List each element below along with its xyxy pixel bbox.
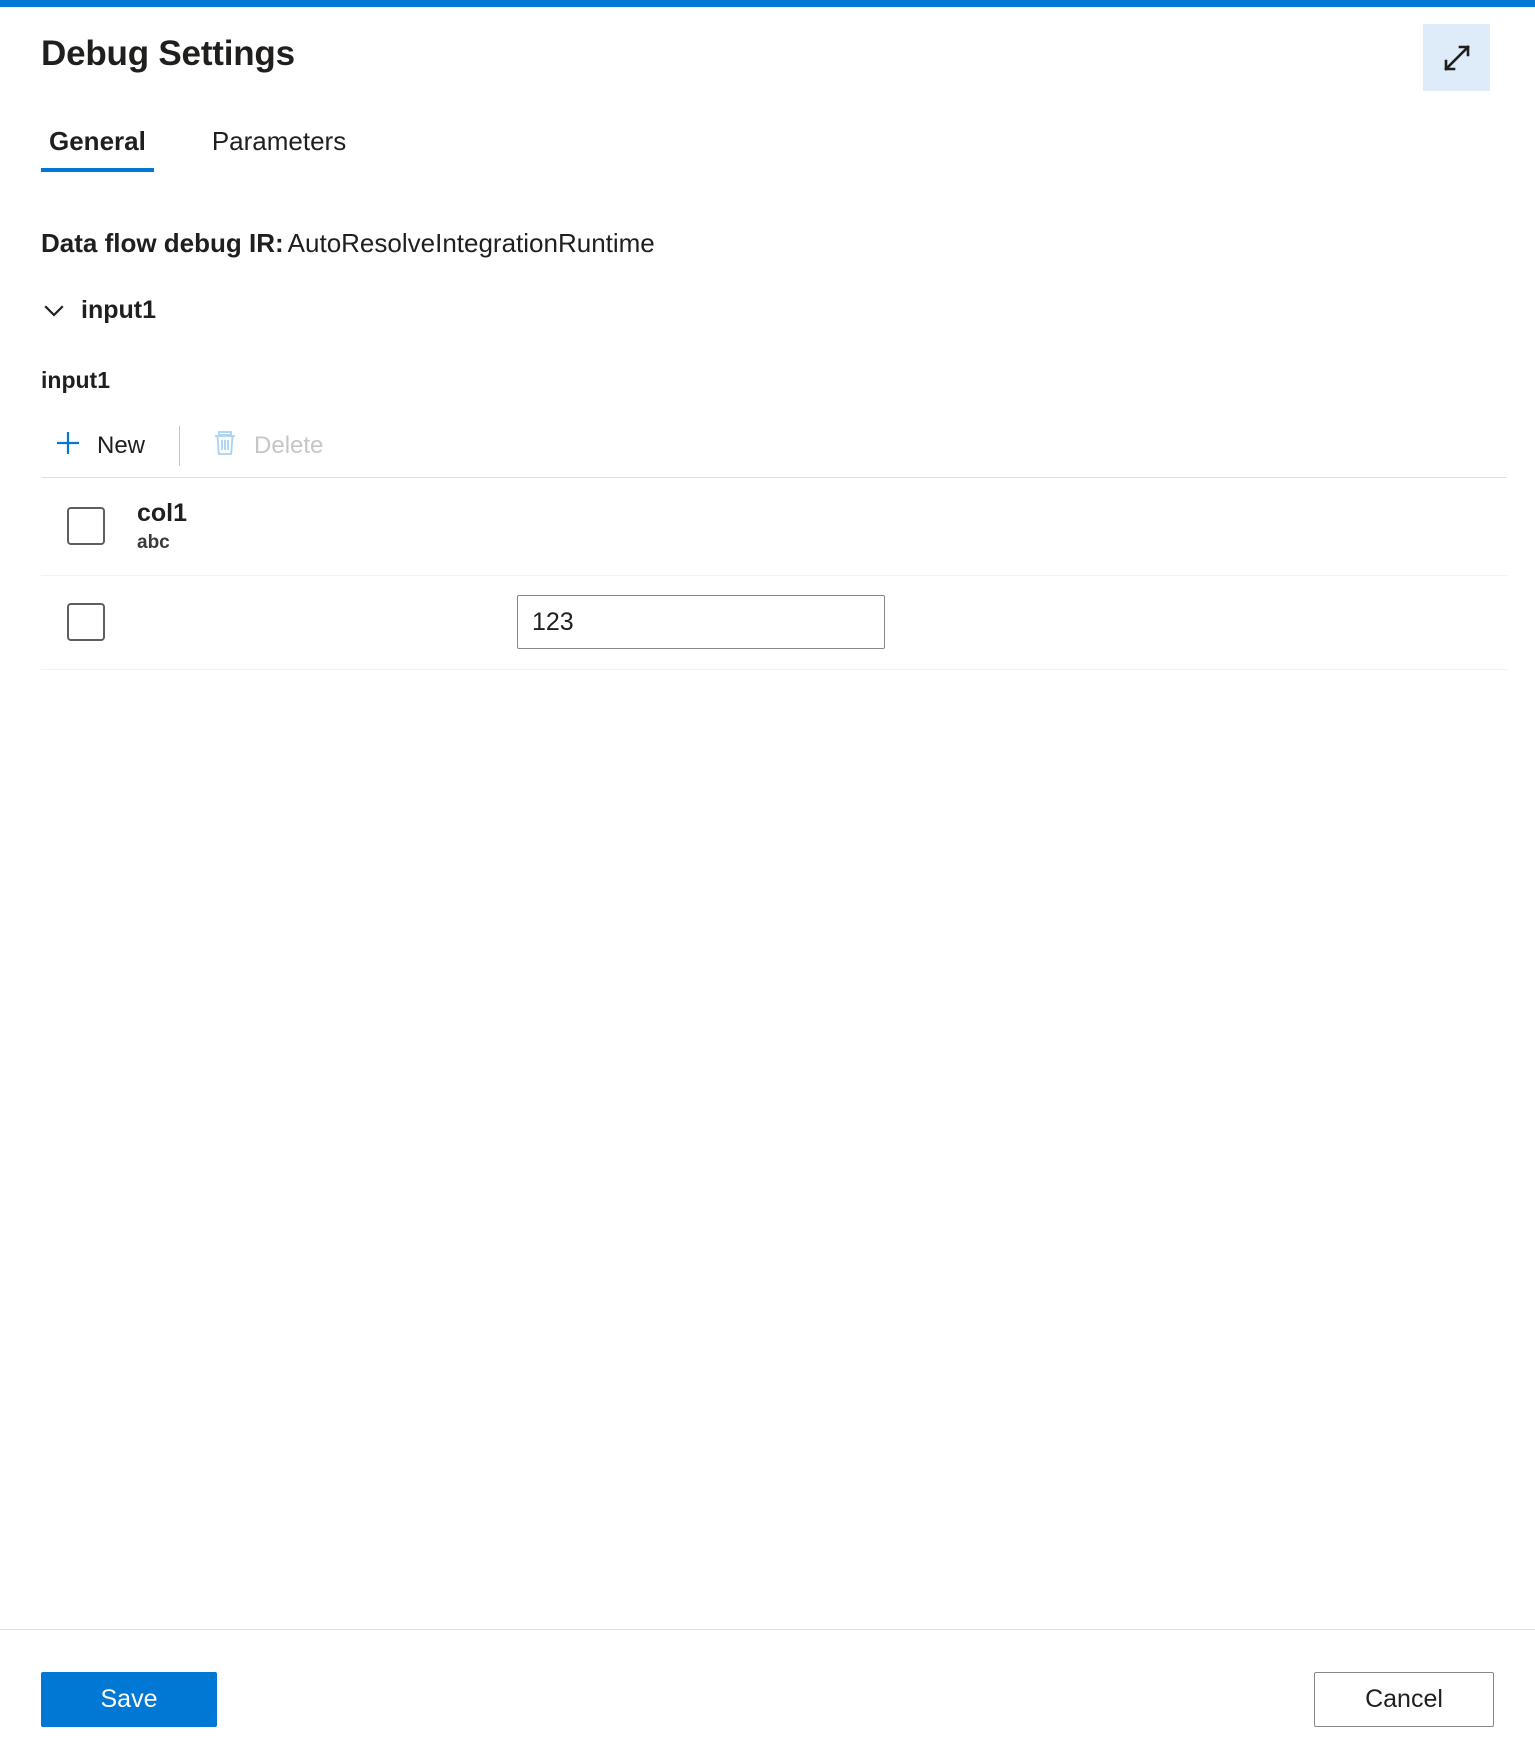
tab-list: General Parameters <box>41 125 354 172</box>
row-select-checkbox[interactable] <box>67 603 105 642</box>
stream-name-heading: input1 <box>41 366 110 393</box>
chevron-down-icon <box>41 297 67 323</box>
debug-values-table: col1 abc <box>41 478 1507 670</box>
new-row-button[interactable]: New <box>41 422 157 471</box>
debug-settings-panel: Debug Settings General Parameters Data f… <box>0 7 1535 1757</box>
table-header-row: col1 abc <box>41 478 1507 576</box>
row-checkbox-cell <box>41 603 137 642</box>
select-all-checkbox[interactable] <box>67 507 105 546</box>
cancel-button[interactable]: Cancel <box>1314 1672 1494 1727</box>
page-title: Debug Settings <box>41 34 295 73</box>
header-checkbox-cell <box>41 507 137 546</box>
delete-row-button[interactable]: Delete <box>198 422 335 471</box>
data-flow-debug-ir-value: AutoResolveIntegrationRuntime <box>287 228 655 258</box>
row-value-input[interactable] <box>517 595 885 650</box>
tab-parameters[interactable]: Parameters <box>204 125 354 172</box>
save-button[interactable]: Save <box>41 1672 217 1727</box>
row-value-cell <box>517 595 1507 650</box>
plus-icon <box>53 428 83 465</box>
toolbar-divider <box>179 426 181 467</box>
table-row <box>41 576 1507 670</box>
delete-row-button-label: Delete <box>254 432 324 460</box>
column-header-name: col1 <box>137 498 188 527</box>
expand-panel-button[interactable] <box>1423 24 1490 91</box>
top-accent-bar <box>0 0 1535 7</box>
expand-diagonal-icon <box>1439 40 1475 76</box>
column-header-col1: col1 abc <box>137 499 517 555</box>
data-flow-debug-ir-label: Data flow debug IR: <box>41 228 284 258</box>
panel-footer: Save Cancel <box>0 1629 1535 1757</box>
new-row-button-label: New <box>97 432 146 460</box>
tab-general[interactable]: General <box>41 125 154 172</box>
table-toolbar: New Delete <box>41 416 1507 478</box>
data-flow-debug-ir: Data flow debug IR: AutoResolveIntegratio… <box>41 227 1535 261</box>
collapsible-input1-label: input1 <box>81 295 156 324</box>
trash-icon <box>210 428 240 465</box>
general-tab-content: Data flow debug IR: AutoResolveIntegratio… <box>0 227 1535 670</box>
column-header-type: abc <box>137 532 170 554</box>
collapsible-input1[interactable]: input1 <box>41 296 156 325</box>
